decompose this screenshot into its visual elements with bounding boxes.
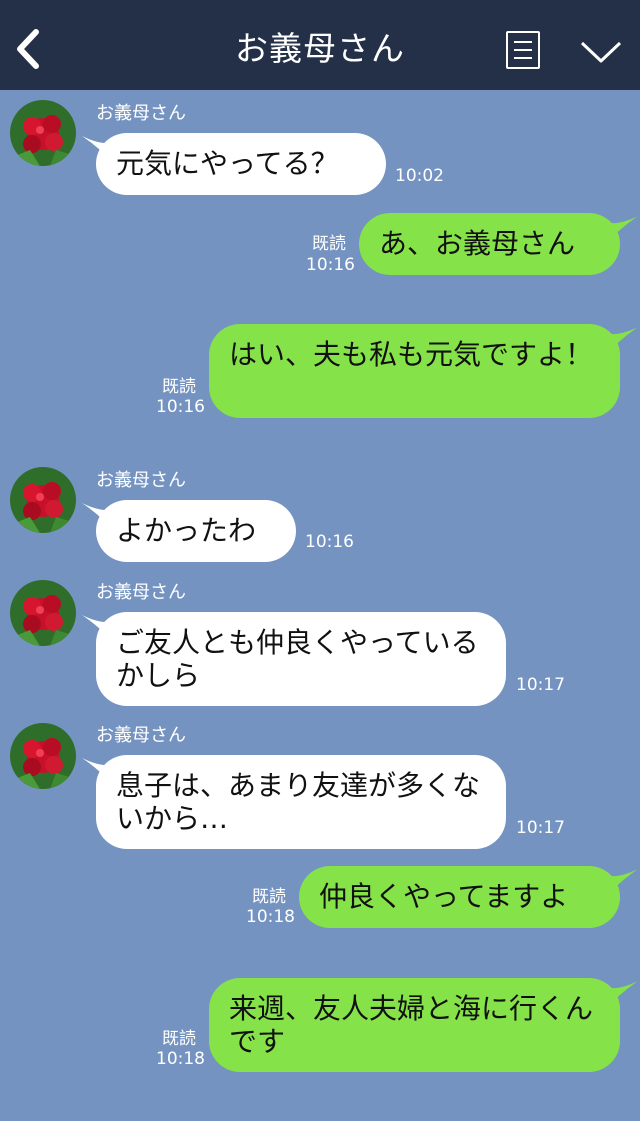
sender-name: お義母さん [96, 470, 186, 491]
message-bubble-incoming[interactable]: ご友人とも仲良くやっているかしら [96, 612, 506, 706]
chat-title: お義母さん [235, 29, 405, 68]
read-receipt: 既読 [162, 1029, 196, 1049]
dropdown-button[interactable] [580, 38, 622, 66]
sender-name: お義母さん [96, 725, 186, 746]
message-time: 10:17 [516, 818, 565, 838]
flower-avatar-icon [10, 467, 76, 533]
message-time: 10:18 [246, 907, 295, 927]
message-bubble-incoming[interactable]: 元気にやってる？ [96, 133, 386, 195]
avatar[interactable] [10, 580, 76, 646]
message-bubble-incoming[interactable]: 息子は、あまり友達が多くないから… [96, 755, 506, 849]
read-receipt: 既読 [312, 234, 346, 254]
avatar[interactable] [10, 100, 76, 166]
sender-name: お義母さん [96, 103, 186, 124]
message-bubble-incoming[interactable]: よかったわ [96, 500, 296, 562]
message-time: 10:02 [395, 166, 444, 186]
chevron-down-icon [580, 41, 622, 63]
avatar[interactable] [10, 723, 76, 789]
avatar[interactable] [10, 467, 76, 533]
message-time: 10:16 [306, 255, 355, 275]
flower-avatar-icon [10, 723, 76, 789]
read-receipt: 既読 [252, 887, 286, 907]
message-bubble-outgoing[interactable]: 来週、友人夫婦と海に行くんです [209, 978, 620, 1072]
menu-icon [514, 41, 532, 43]
sender-name: お義母さん [96, 582, 186, 603]
flower-avatar-icon [10, 100, 76, 166]
message-bubble-outgoing[interactable]: あ、お義母さん [359, 213, 620, 275]
message-bubble-outgoing[interactable]: はい、夫も私も元気ですよ！ [209, 324, 620, 418]
flower-avatar-icon [10, 580, 76, 646]
message-time: 10:17 [516, 675, 565, 695]
message-bubble-outgoing[interactable]: 仲良くやってますよ [299, 866, 620, 928]
menu-button[interactable] [506, 31, 540, 69]
message-time: 10:18 [156, 1049, 205, 1069]
message-time: 10:16 [305, 532, 354, 552]
message-time: 10:16 [156, 397, 205, 417]
read-receipt: 既読 [162, 377, 196, 397]
chat-header: お義母さん [0, 0, 640, 90]
